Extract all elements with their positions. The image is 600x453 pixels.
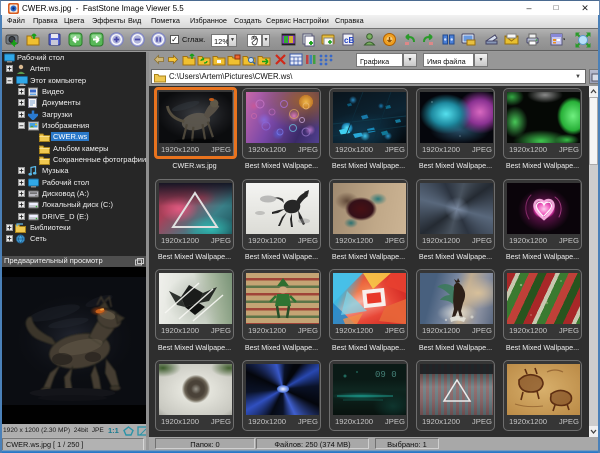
svg-text:cB: cB bbox=[344, 36, 354, 45]
svg-text:09 0: 09 0 bbox=[375, 370, 397, 380]
